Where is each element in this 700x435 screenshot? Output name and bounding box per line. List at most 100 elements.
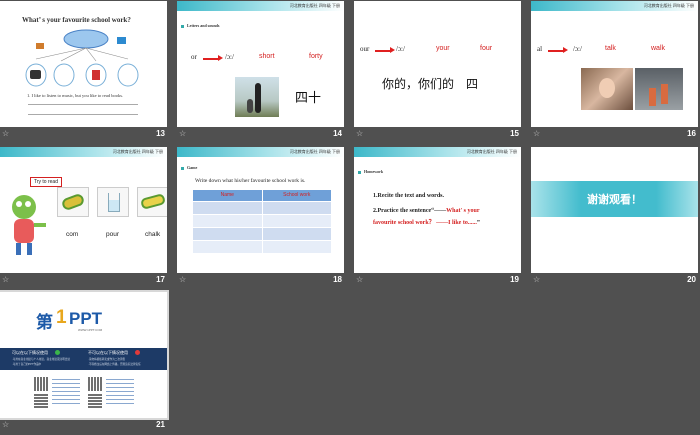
table-row bbox=[193, 201, 331, 214]
chalk-picture-card bbox=[137, 187, 167, 217]
slide-canvas: our /ɔ:/ your four 你的，你们的 四 bbox=[354, 1, 521, 127]
table-row bbox=[193, 227, 331, 240]
slide-number: 15 bbox=[510, 129, 519, 138]
slide-thumbnail-18[interactable]: 河北教育出版社 四年级 下册 Game Write down what his/… bbox=[177, 147, 344, 290]
slide-canvas: What’ s your favourite school work? 1. I… bbox=[0, 1, 167, 127]
example-word-3: chalk bbox=[145, 231, 161, 238]
mind-map-illustration bbox=[25, 29, 139, 87]
tall-short-people-photo bbox=[235, 77, 279, 117]
thanks-banner: 谢谢观看！ bbox=[531, 181, 698, 217]
slide-top-banner: 河北教育出版社 四年级 下册 bbox=[531, 1, 698, 11]
slide-canvas: 第 1 PPT WWW.1PPT.COM 可以在以下情况使用 不可以在以下情况使… bbox=[0, 290, 169, 420]
allowed-line-1: ·可用在商业用途与个人用途，商业用途需注明出处 bbox=[12, 358, 70, 361]
section-heading: Letters and sounds bbox=[181, 23, 219, 28]
homework-sentence-red: What' s your bbox=[446, 208, 480, 214]
slide-thumbnail-20[interactable]: 谢谢观看！ ☆ 20 bbox=[531, 147, 698, 290]
slide-thumbnail-14[interactable]: 河北教育出版社 四年级 下册 Letters and sounds or /ɔ:… bbox=[177, 1, 344, 144]
example-word-1: your bbox=[436, 45, 450, 52]
publisher-brand: 河北教育出版社 四年级 下册 bbox=[289, 149, 340, 154]
slide-number: 16 bbox=[687, 129, 696, 138]
answer-table: Name School work bbox=[193, 190, 331, 253]
example-word-1: talk bbox=[605, 45, 616, 52]
phonetic-symbol: /ɔ:/ bbox=[396, 45, 405, 53]
water-glass-picture-card bbox=[97, 187, 129, 217]
license-panel: 可以在以下情况使用 不可以在以下情况使用 ·可用在商业用途与个人用途，商业用途需… bbox=[0, 348, 167, 370]
qr-code bbox=[34, 377, 48, 391]
slide-animation-icon: ☆ bbox=[533, 275, 541, 284]
publisher-brand: 河北教育出版社 四年级 下册 bbox=[643, 3, 694, 8]
example-word-2: forty bbox=[309, 53, 323, 60]
slide-canvas: 河北教育出版社 四年级 下册 Game Write down what his/… bbox=[177, 147, 344, 273]
phonetic-symbol: /ɔ:/ bbox=[573, 45, 582, 53]
table-header-school-work: School work bbox=[283, 192, 311, 198]
info-text-block bbox=[106, 379, 134, 407]
qr-code bbox=[88, 377, 102, 391]
example-word-2: walk bbox=[651, 45, 666, 52]
forbidden-title: 不可以在以下情况使用 bbox=[88, 350, 128, 355]
closing-quote: ” bbox=[476, 220, 480, 226]
slide-thumbnail-16[interactable]: 河北教育出版社 四年级 下册 al /ɔ:/ talk walk ☆ 16 bbox=[531, 1, 698, 144]
answer-line-2 bbox=[28, 104, 138, 105]
slide-thumbnail-15[interactable]: our /ɔ:/ your four 你的，你们的 四 ☆ 15 bbox=[354, 1, 521, 144]
logo-url: WWW.1PPT.COM bbox=[78, 328, 103, 332]
phonetic-symbol: /ɔ:/ bbox=[225, 53, 234, 61]
phonics-letters: or bbox=[191, 53, 197, 61]
section-heading: Homework bbox=[358, 169, 383, 174]
slide-thumbnail-19[interactable]: 河北教育出版社 四年级 下册 Homework 1.Recite the tex… bbox=[354, 147, 521, 290]
slide-thumbnail-21[interactable]: 第 1 PPT WWW.1PPT.COM 可以在以下情况使用 不可以在以下情况使… bbox=[0, 290, 169, 435]
slide-animation-icon: ☆ bbox=[179, 275, 187, 284]
logo-number: 1 bbox=[56, 307, 67, 328]
publisher-brand: 河北教育出版社 四年级 下册 bbox=[112, 149, 163, 154]
slide-thumbnail-13[interactable]: What’ s your favourite school work? 1. I… bbox=[0, 1, 167, 144]
arrow-icon bbox=[203, 55, 223, 61]
slide-animation-icon: ☆ bbox=[2, 420, 10, 429]
slide-number: 13 bbox=[156, 129, 165, 138]
slide-number: 17 bbox=[156, 275, 165, 284]
allowed-title: 可以在以下情况使用 bbox=[12, 350, 48, 355]
slide-canvas: 河北教育出版社 四年级 下册 Homework 1.Recite the tex… bbox=[354, 147, 521, 273]
slide-title: What’ s your favourite school work? bbox=[22, 16, 131, 24]
slide-canvas: 河北教育出版社 四年级 下册 Letters and sounds or /ɔ:… bbox=[177, 1, 344, 127]
homework-sentence-red-2: favourite school work？ ——I like to...... bbox=[373, 220, 477, 226]
arrow-icon bbox=[375, 47, 395, 53]
publisher-brand: 河北教育出版社 四年级 下册 bbox=[466, 149, 517, 154]
slide-top-banner: 河北教育出版社 四年级 下册 bbox=[0, 147, 167, 157]
example-word-2: four bbox=[480, 45, 493, 52]
slide-animation-icon: ☆ bbox=[2, 275, 10, 284]
slide-animation-icon: ☆ bbox=[533, 129, 541, 138]
slide-thumbnail-17[interactable]: 河北教育出版社 四年级 下册 Try to read com pour chal… bbox=[0, 147, 167, 290]
slide-top-banner: 河北教育出版社 四年级 下册 bbox=[177, 147, 344, 157]
table-header-name: Name bbox=[193, 190, 263, 201]
slide-canvas: 谢谢观看！ bbox=[531, 147, 698, 273]
logo-char: 第 bbox=[36, 313, 53, 333]
chinese-meaning: 四十 bbox=[295, 91, 322, 106]
slide-animation-icon: ☆ bbox=[2, 129, 10, 138]
check-icon bbox=[55, 350, 60, 355]
chinese-meaning: 你的，你们的 四 bbox=[382, 77, 479, 91]
phonics-letters: our bbox=[360, 45, 370, 53]
slide-canvas: 河北教育出版社 四年级 下册 al /ɔ:/ talk walk bbox=[531, 1, 698, 127]
slide-number: 20 bbox=[687, 275, 696, 284]
forbidden-line-1: ·请勿将模板转卖或作为二次销售 bbox=[88, 358, 126, 361]
table-row bbox=[193, 214, 331, 227]
slide-number: 21 bbox=[156, 420, 165, 429]
example-word-1: com bbox=[66, 231, 79, 238]
example-word-1: short bbox=[259, 53, 275, 60]
slide-number: 18 bbox=[333, 275, 342, 284]
slide-animation-icon: ☆ bbox=[179, 129, 187, 138]
homework-item-2-text: 2.Practice the sentence“—— bbox=[373, 208, 447, 214]
allowed-line-2: ·可用于自己的PPT作品中 bbox=[12, 363, 42, 366]
slide-number: 14 bbox=[333, 129, 342, 138]
thanks-text: 谢谢观看！ bbox=[587, 193, 642, 206]
cartoon-character-illustration bbox=[12, 195, 46, 255]
homework-item-1: 1.Recite the text and words. bbox=[373, 193, 444, 199]
homework-item-2-cont: favourite school work？ ——I like to......… bbox=[373, 217, 480, 226]
slide-number: 19 bbox=[510, 275, 519, 284]
example-sentence: 1. I like to listen to music, but you li… bbox=[27, 93, 124, 98]
qr-code bbox=[88, 394, 102, 408]
info-text-block bbox=[52, 379, 80, 407]
slide-canvas: 河北教育出版社 四年级 下册 Try to read com pour chal… bbox=[0, 147, 167, 273]
arrow-icon bbox=[548, 47, 568, 53]
answer-line-3 bbox=[28, 114, 138, 115]
walking-feet-photo bbox=[635, 68, 683, 110]
